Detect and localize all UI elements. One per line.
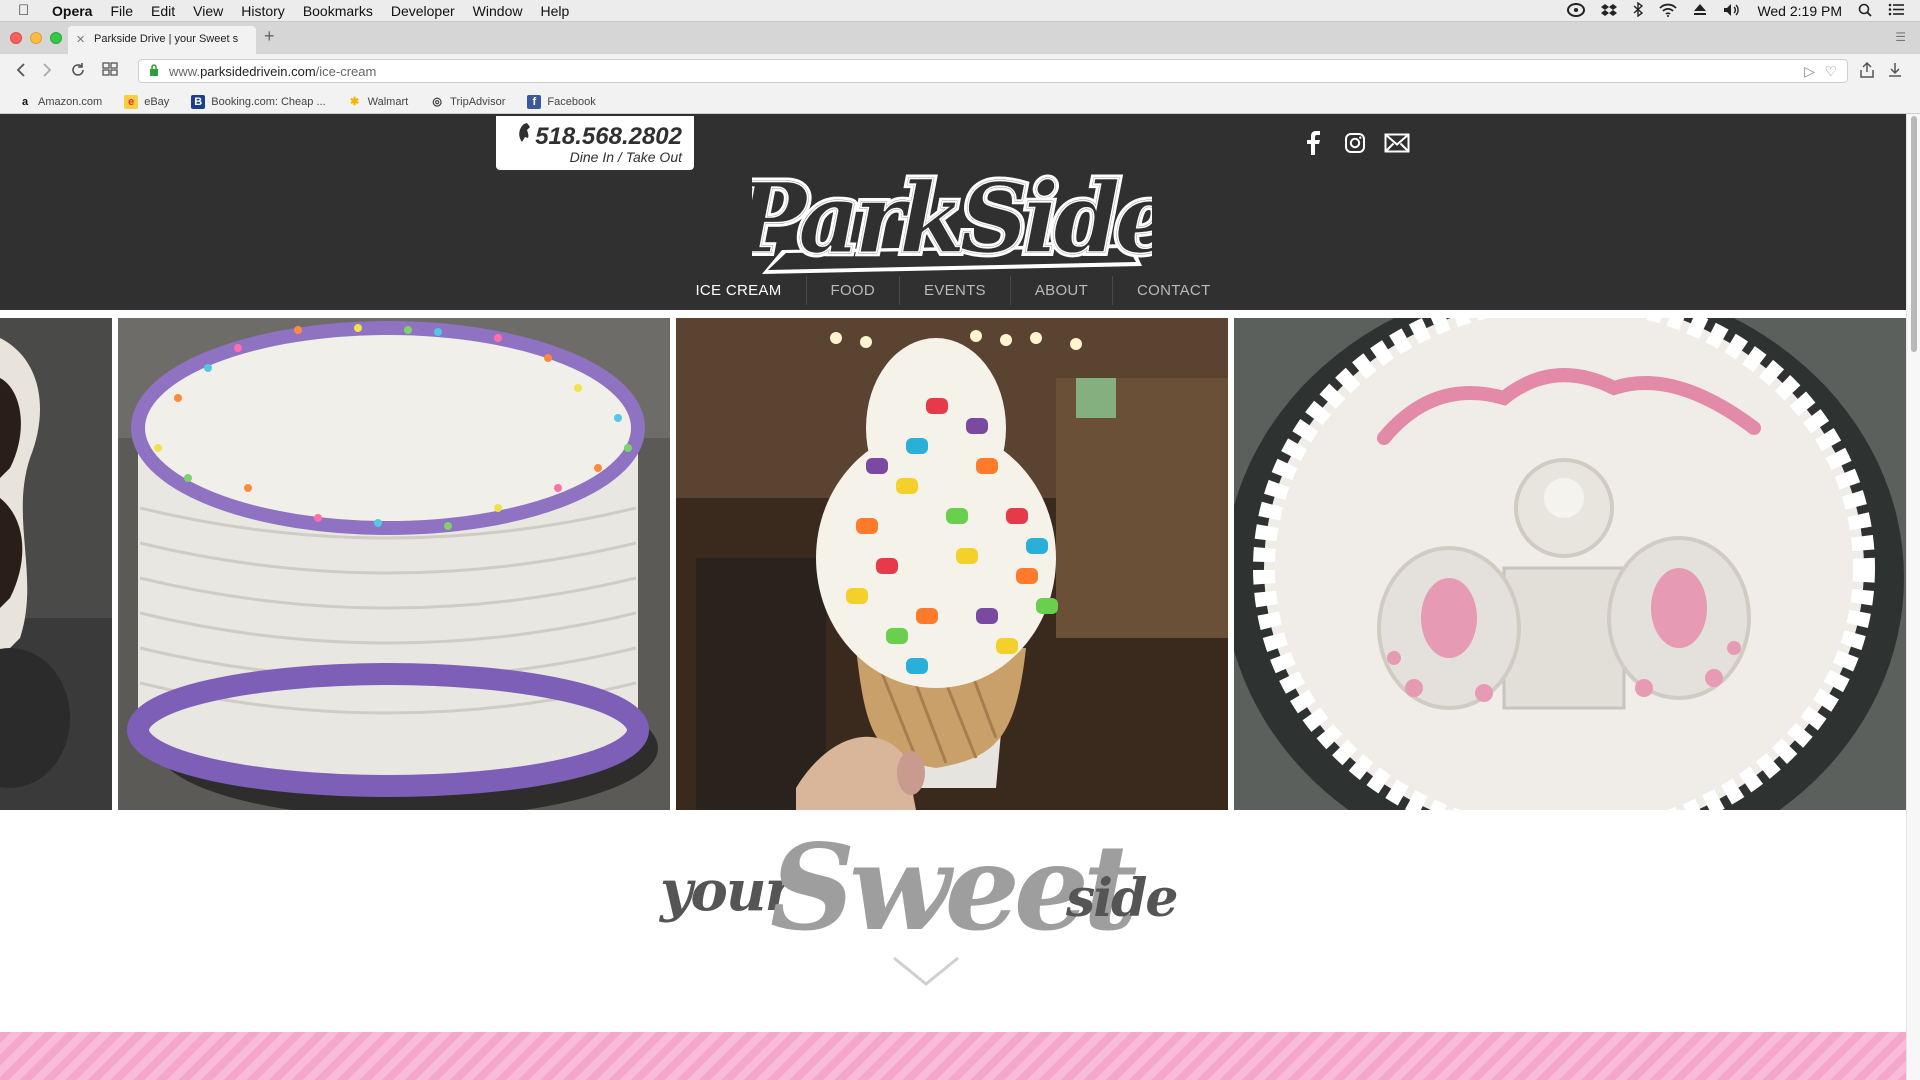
- gallery-photo-sundae[interactable]: [0, 318, 112, 810]
- bookmark-label: Walmart: [367, 95, 409, 108]
- apple-menu-icon[interactable]: : [18, 2, 38, 19]
- nav-contact[interactable]: CONTACT: [1112, 276, 1234, 305]
- site-header: 518.568.2802 Dine In / Take Out ParkSide…: [0, 114, 1906, 314]
- browser-toolbar: www.parksidedrivein.com/ice-cream ▷ ♡: [0, 54, 1920, 90]
- volume-icon[interactable]: [1723, 3, 1741, 20]
- ebay-icon: e: [124, 94, 139, 109]
- bookmark-booking[interactable]: B Booking.com: Cheap ...: [191, 94, 326, 109]
- tab-close-icon[interactable]: ✕: [76, 33, 85, 46]
- gallery-photo-cone[interactable]: [676, 318, 1228, 810]
- walmart-icon: ✱: [350, 95, 360, 108]
- menu-file[interactable]: File: [110, 3, 133, 19]
- tab-menu-icon[interactable]: ☰: [1895, 30, 1906, 44]
- tripadvisor-icon: ◎: [432, 95, 442, 108]
- gallery-photo-purple-cake[interactable]: [118, 318, 670, 810]
- facebook-icon[interactable]: [1300, 130, 1326, 156]
- parkside-logo[interactable]: ParkSide ParkSide ParkSide: [752, 156, 1152, 280]
- new-tab-button[interactable]: +: [264, 26, 275, 47]
- notification-center-icon[interactable]: [1888, 3, 1904, 19]
- bookmark-amazon[interactable]: a Amazon.com: [18, 95, 102, 109]
- minimize-window-button[interactable]: [30, 32, 42, 44]
- menu-help[interactable]: Help: [540, 3, 569, 19]
- social-links: [1300, 130, 1410, 156]
- bookmark-ebay[interactable]: e eBay: [124, 94, 170, 109]
- menu-window[interactable]: Window: [473, 3, 523, 19]
- facebook-bookmark-icon: f: [527, 94, 542, 109]
- macos-menubar:  Opera File Edit View History Bookmarks…: [0, 0, 1920, 22]
- bookmark-tripadvisor[interactable]: ◎ TripAdvisor: [430, 95, 505, 109]
- amazon-icon: a: [21, 95, 29, 108]
- phone-number[interactable]: 518.568.2802: [496, 122, 682, 151]
- lock-icon: [149, 64, 159, 79]
- reload-icon[interactable]: [70, 62, 86, 83]
- bookmark-label: Amazon.com: [38, 95, 103, 108]
- eject-icon[interactable]: [1693, 3, 1707, 19]
- zoom-window-button[interactable]: [50, 32, 62, 44]
- bookmark-label: Facebook: [547, 95, 596, 108]
- share-icon[interactable]: [1860, 61, 1874, 82]
- tab-parkside[interactable]: ✕ Parkside Drive | your Sweet s: [68, 26, 256, 54]
- photo-gallery[interactable]: [0, 318, 1906, 1014]
- menu-bookmarks[interactable]: Bookmarks: [303, 3, 373, 19]
- speed-dial-grid-icon[interactable]: [102, 62, 118, 81]
- url-path: /ice-cream: [315, 64, 377, 79]
- send-icon[interactable]: ▷: [1804, 63, 1815, 80]
- tab-title: Parkside Drive | your Sweet s: [94, 33, 239, 45]
- menubar-clock[interactable]: Wed 2:19 PM: [1757, 3, 1842, 19]
- url-prefix: www.: [169, 64, 201, 79]
- wifi-icon[interactable]: [1659, 3, 1678, 20]
- dropbox-icon[interactable]: [1601, 3, 1618, 20]
- tagline-side: side: [1066, 868, 1178, 929]
- creative-cloud-icon[interactable]: [1567, 2, 1586, 20]
- nav-ice-cream[interactable]: ICE CREAM: [671, 276, 805, 305]
- menubar-status-area: Wed 2:19 PM: [1567, 0, 1904, 22]
- bluetooth-icon[interactable]: [1633, 1, 1644, 20]
- mail-icon[interactable]: [1384, 130, 1410, 156]
- nav-food[interactable]: FOOD: [805, 276, 900, 305]
- logo-text-inline: ParkSide: [752, 162, 1152, 275]
- scroll-down-chevron-icon[interactable]: [892, 956, 960, 986]
- bookmarks-bar: a Amazon.com e eBay B Booking.com: Cheap…: [0, 90, 1920, 114]
- download-icon[interactable]: [1888, 62, 1902, 82]
- main-nav: ICE CREAM FOOD EVENTS ABOUT CONTACT: [0, 276, 1906, 305]
- booking-icon: B: [191, 94, 206, 109]
- phone-card[interactable]: 518.568.2802 Dine In / Take Out: [496, 116, 694, 170]
- pink-striped-band: [0, 1032, 1906, 1080]
- web-page: 518.568.2802 Dine In / Take Out ParkSide…: [0, 114, 1906, 1080]
- tagline-section: your Sweet side: [0, 810, 1906, 1046]
- heart-bookmark-icon[interactable]: ♡: [1824, 63, 1837, 80]
- browser-tab-bar: ✕ Parkside Drive | your Sweet s + ☰: [0, 22, 1920, 54]
- window-controls: [10, 32, 62, 44]
- spotlight-search-icon[interactable]: [1858, 3, 1872, 20]
- phone-subtitle: Dine In / Take Out: [569, 149, 682, 165]
- phone-number-text: 518.568.2802: [535, 123, 682, 150]
- instagram-icon[interactable]: [1342, 130, 1368, 156]
- page-scrollbar[interactable]: [1906, 114, 1920, 1080]
- menu-developer[interactable]: Developer: [391, 3, 455, 19]
- bookmark-label: Booking.com: Cheap ...: [211, 95, 326, 108]
- address-bar[interactable]: www.parksidedrivein.com/ice-cream ▷ ♡: [138, 59, 1848, 83]
- menu-view[interactable]: View: [193, 3, 223, 19]
- nav-about[interactable]: ABOUT: [1009, 276, 1112, 305]
- menu-history[interactable]: History: [241, 3, 285, 19]
- bookmark-walmart[interactable]: ✱ Walmart: [348, 95, 409, 109]
- gallery-photo-easter-cake[interactable]: [1234, 318, 1906, 810]
- url-domain: parksidedrivein.com: [200, 64, 316, 79]
- scrollbar-thumb[interactable]: [1911, 116, 1917, 352]
- back-arrow-icon[interactable]: [16, 62, 26, 83]
- phone-icon: [515, 122, 531, 151]
- menu-app-opera[interactable]: Opera: [52, 3, 92, 19]
- forward-arrow-icon[interactable]: [42, 62, 52, 83]
- bookmark-label: TripAdvisor: [450, 95, 506, 108]
- nav-events[interactable]: EVENTS: [899, 276, 1010, 305]
- bookmark-label: eBay: [144, 95, 170, 108]
- bookmark-facebook[interactable]: f Facebook: [527, 94, 596, 109]
- close-window-button[interactable]: [10, 32, 22, 44]
- menu-edit[interactable]: Edit: [151, 3, 175, 19]
